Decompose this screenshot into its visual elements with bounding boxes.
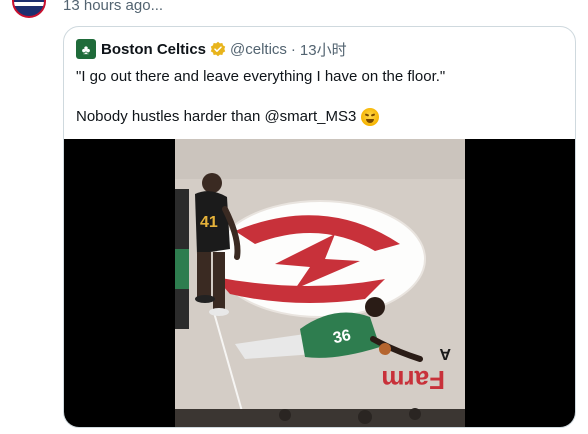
separator-dot: · bbox=[290, 40, 296, 58]
avatar[interactable] bbox=[12, 0, 46, 18]
svg-text:A: A bbox=[439, 345, 451, 362]
tweet-time[interactable]: 13小时 bbox=[300, 39, 347, 60]
svg-text:36: 36 bbox=[331, 327, 352, 347]
quote-tweet-header: ♣ Boston Celtics @celtics · 13小时 bbox=[76, 39, 347, 59]
quote-tweet-card[interactable]: ♣ Boston Celtics @celtics · 13小时 "I go o… bbox=[63, 26, 576, 428]
svg-text:41: 41 bbox=[200, 214, 218, 231]
video-player[interactable]: Farm A 41 36 bbox=[64, 139, 575, 427]
tweet-text-line-2: Nobody hustles harder than @smart_MS3 bbox=[76, 108, 357, 125]
tweet-text-line-1: "I go out there and leave everything I h… bbox=[76, 68, 446, 85]
author-name[interactable]: Boston Celtics bbox=[101, 41, 206, 58]
video-still: Farm A 41 36 bbox=[175, 139, 465, 427]
tweet-text: "I go out there and leave everything I h… bbox=[76, 67, 566, 127]
clover-icon: ♣ bbox=[81, 41, 91, 57]
verified-badge-icon bbox=[210, 41, 226, 57]
celtics-avatar[interactable]: ♣ bbox=[76, 39, 96, 59]
author-handle[interactable]: @celtics bbox=[230, 41, 287, 58]
post-timestamp[interactable]: 13 hours ago... bbox=[63, 0, 163, 14]
svg-text:Farm: Farm bbox=[381, 365, 445, 395]
video-frame[interactable]: Farm A 41 36 bbox=[175, 139, 465, 427]
hot-face-emoji-icon bbox=[361, 108, 380, 126]
